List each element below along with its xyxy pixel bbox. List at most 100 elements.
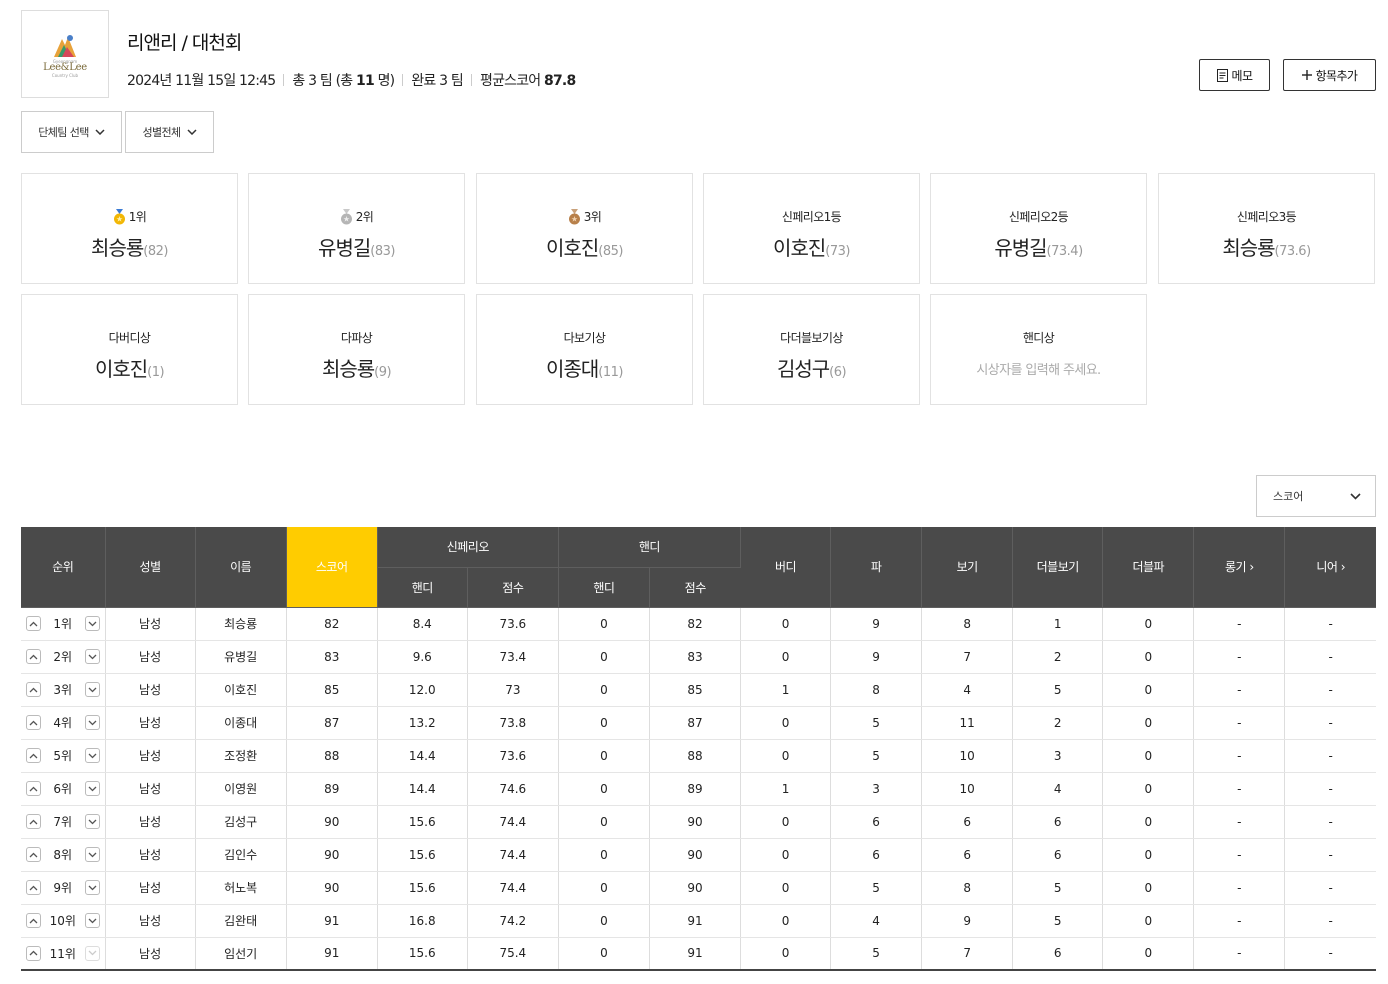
move-up-button[interactable]: [26, 715, 41, 730]
award-card-peoria-1[interactable]: 신페리오1등 이호진(73): [703, 173, 920, 284]
award-card-2nd[interactable]: 2위 유병길(83): [248, 173, 465, 284]
cell-score: 91: [286, 937, 378, 971]
move-up-button[interactable]: [26, 616, 41, 631]
col-longest[interactable]: 롱기 ›: [1193, 527, 1286, 608]
award-score: (11): [598, 365, 623, 380]
cell-peoria-points: 74.4: [467, 805, 559, 839]
add-item-button[interactable]: 항목추가: [1283, 59, 1376, 91]
award-score: (85): [598, 244, 623, 259]
cell-birdie: 0: [740, 904, 832, 938]
move-down-button[interactable]: [84, 913, 100, 928]
move-down-button[interactable]: [84, 649, 100, 664]
table-row[interactable]: 8위 남성 김인수 90 15.6 74.4 0 90 0 6 6 6 0- -: [21, 838, 1376, 872]
table-row[interactable]: 9위 남성 허노복 90 15.6 74.4 0 90 0 5 8 5 0- -: [21, 871, 1376, 905]
col-double-bogey[interactable]: 더블보기: [1012, 527, 1104, 608]
move-up-button[interactable]: [26, 682, 41, 697]
award-card-handicap[interactable]: 핸디상 시상자를 입력해 주세요.: [930, 294, 1147, 405]
award-label: 핸디상: [1022, 331, 1055, 345]
table-row[interactable]: 7위 남성 김성구 90 15.6 74.4 0 90 0 6 6 6 0- -: [21, 805, 1376, 839]
cell-birdie: 0: [740, 739, 832, 773]
award-card-1st[interactable]: 1위 최승룡(82): [21, 173, 238, 284]
silver-medal-icon: [340, 208, 352, 224]
move-up-button[interactable]: [26, 880, 41, 895]
col-double-par[interactable]: 더블파: [1102, 527, 1195, 608]
cell-double-bogey: 6: [1012, 805, 1104, 839]
cell-name: 이종대: [195, 706, 287, 740]
col-handi-points[interactable]: 점수: [649, 567, 741, 608]
cell-nearest: -: [1284, 706, 1376, 740]
col-peoria-points[interactable]: 점수: [467, 567, 559, 608]
cell-gender: 남성: [105, 706, 196, 740]
move-up-button[interactable]: [26, 748, 41, 763]
table-row[interactable]: 4위 남성 이종대 87 13.2 73.8 0 87 0 5 11 2 0- -: [21, 706, 1376, 740]
award-card-most-double-bogey[interactable]: 다더블보기상 김성구(6): [703, 294, 920, 405]
table-row[interactable]: 5위 남성 조정환 88 14.4 73.6 0 88 0 5 10 3 0- -: [21, 739, 1376, 773]
col-rank[interactable]: 순위: [21, 527, 106, 608]
cell-handi-handi: 0: [558, 607, 650, 641]
team-filter-dropdown[interactable]: 단체팀 선택: [21, 111, 122, 153]
move-up-button[interactable]: [26, 945, 41, 961]
move-up-button[interactable]: [26, 649, 41, 664]
cell-longest: -: [1193, 673, 1286, 707]
rank-label: 7위: [53, 815, 73, 829]
move-up-button[interactable]: [26, 847, 41, 862]
move-down-button[interactable]: [84, 880, 100, 895]
move-up-button[interactable]: [26, 781, 41, 796]
col-group-handi: 핸디: [558, 527, 742, 568]
cell-double-bogey: 5: [1012, 871, 1104, 905]
table-row[interactable]: 11위 남성 임선기 91 15.6 75.4 0 91 0 5 7 6 0- -: [21, 937, 1376, 971]
award-card-most-birdie[interactable]: 다버디상 이호진(1): [21, 294, 238, 405]
table-row[interactable]: 1위 남성 최승룡 82 8.4 73.6 0 82 0 9 8 1 0- -: [21, 607, 1376, 641]
cell-double-par: 0: [1102, 838, 1195, 872]
award-winner: 최승룡: [1222, 236, 1275, 260]
divider: [402, 74, 404, 86]
col-name[interactable]: 이름: [195, 527, 287, 608]
move-up-button[interactable]: [26, 913, 41, 928]
table-row[interactable]: 10위 남성 김완태 91 16.8 74.2 0 91 0 4 9 5 0- -: [21, 904, 1376, 938]
award-winner: 이호진: [773, 236, 826, 260]
move-down-button[interactable]: [84, 781, 100, 796]
col-nearest[interactable]: 니어 ›: [1284, 527, 1376, 608]
cell-score: 82: [286, 607, 378, 641]
average-score: 평균스코어 87.8: [479, 73, 576, 89]
col-group-peoria: 신페리오: [377, 527, 559, 568]
cell-peoria-points: 74.4: [467, 871, 559, 905]
cell-double-par: 0: [1102, 739, 1195, 773]
move-up-button[interactable]: [26, 814, 41, 829]
move-down-button[interactable]: [84, 715, 100, 730]
move-down-button[interactable]: [84, 616, 100, 631]
rank-label: 9위: [53, 881, 73, 895]
move-down-button[interactable]: [84, 945, 100, 961]
col-gender[interactable]: 성별: [105, 527, 196, 608]
cell-handi-points: 85: [649, 673, 742, 707]
award-card-peoria-3[interactable]: 신페리오3등 최승룡(73.6): [1158, 173, 1375, 284]
move-down-button[interactable]: [84, 748, 100, 763]
award-card-3rd[interactable]: 3위 이호진(85): [476, 173, 693, 284]
award-card-peoria-2[interactable]: 신페리오2등 유병길(73.4): [930, 173, 1147, 284]
award-card-most-bogey[interactable]: 다보기상 이종대(11): [476, 294, 693, 405]
cell-score: 89: [286, 772, 378, 806]
memo-button[interactable]: 메모: [1199, 59, 1270, 91]
table-row[interactable]: 3위 남성 이호진 85 12.0 73 0 85 1 8 4 5 0- -: [21, 673, 1376, 707]
col-peoria-handi[interactable]: 핸디: [377, 567, 468, 608]
move-down-button[interactable]: [84, 847, 100, 862]
cell-handi-points: 91: [649, 937, 742, 971]
col-bogey[interactable]: 보기: [921, 527, 1014, 608]
col-score[interactable]: 스코어: [286, 527, 378, 608]
table-row[interactable]: 2위 남성 유병길 83 9.6 73.4 0 83 0 9 7 2 0- -: [21, 640, 1376, 674]
award-score: (73.4): [1046, 244, 1084, 259]
col-birdie[interactable]: 버디: [740, 527, 832, 608]
col-handi-handi[interactable]: 핸디: [558, 567, 650, 608]
move-down-button[interactable]: [84, 814, 100, 829]
cell-gender: 남성: [105, 805, 196, 839]
event-meta: 2024년 11월 15일 12:45 총 3 팀 (총 11 명) 완료 3 …: [127, 70, 576, 90]
cell-par: 3: [830, 772, 923, 806]
cell-peoria-handi: 13.2: [377, 706, 468, 740]
table-row[interactable]: 6위 남성 이영원 89 14.4 74.6 0 89 1 3 10 4 0- -: [21, 772, 1376, 806]
sort-dropdown[interactable]: 스코어: [1256, 475, 1376, 517]
divider: [470, 74, 472, 86]
award-card-most-par[interactable]: 다파상 최승룡(9): [248, 294, 465, 405]
col-par[interactable]: 파: [830, 527, 923, 608]
move-down-button[interactable]: [84, 682, 100, 697]
gender-filter-dropdown[interactable]: 성별전체: [125, 111, 214, 153]
